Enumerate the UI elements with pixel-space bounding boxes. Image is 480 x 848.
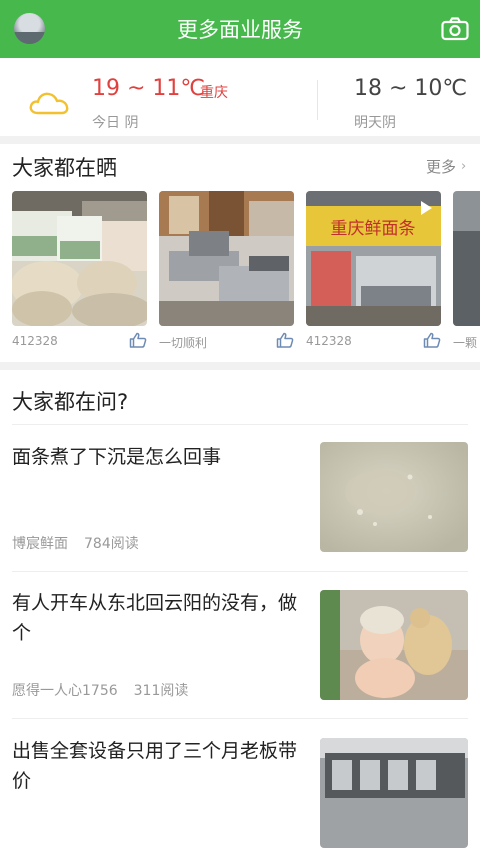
question-meta: 愿得一人心1756 311阅读 <box>12 680 204 700</box>
questions-title: 大家都在问? <box>12 390 129 414</box>
question-author: 博宸鲜面 <box>12 536 68 552</box>
question-title[interactable]: 出售全套设备只用了三个月老板带价 <box>12 736 308 796</box>
weather-card[interactable]: 19 ~ 11℃ 重庆 今日 阴 18 ~ 10℃ 明天阴 <box>0 60 480 144</box>
tomorrow-weather-label: 明天阴 <box>354 115 396 131</box>
question-author: 愿得一人心1756 <box>12 683 118 699</box>
section-divider <box>0 362 480 370</box>
app-header: 更多面业服务 <box>0 0 480 58</box>
photo-caption: 412328 <box>12 334 58 348</box>
city-name: 重庆 <box>200 85 228 101</box>
page-title: 更多面业服务 <box>177 18 303 42</box>
weather-divider <box>317 80 318 120</box>
question-thumbnail[interactable] <box>320 738 468 848</box>
thumbs-up-icon[interactable] <box>129 332 147 348</box>
divider <box>12 571 468 572</box>
divider <box>12 718 468 719</box>
question-title[interactable]: 有人开车从东北回云阳的没有，做个 <box>12 588 308 648</box>
showcase-carousel[interactable]: 412328 一切顺利 重庆鲜面条 412328 一颗 <box>12 191 480 356</box>
question-reads: 311阅读 <box>133 683 189 699</box>
showcase-photo[interactable]: 重庆鲜面条 <box>306 191 441 326</box>
showcase-photo[interactable] <box>453 191 480 326</box>
chevron-right-icon[interactable]: › <box>461 159 466 174</box>
cloud-icon <box>29 92 69 115</box>
photo-caption: 一颗 <box>453 336 478 350</box>
divider <box>12 424 468 425</box>
tomorrow-temperature: 18 ~ 10℃ <box>354 76 468 101</box>
photo-caption: 一切顺利 <box>159 336 208 350</box>
question-meta: 博宸鲜面 784阅读 <box>12 533 155 553</box>
more-link[interactable]: 更多 <box>426 156 456 177</box>
question-thumbnail[interactable] <box>320 442 468 552</box>
photo-caption: 412328 <box>306 334 352 348</box>
thumbs-up-icon[interactable] <box>276 332 294 348</box>
shop-sign-text: 重庆鲜面条 <box>331 219 416 239</box>
question-thumbnail[interactable] <box>320 590 468 700</box>
question-reads: 784阅读 <box>84 536 139 552</box>
showcase-title: 大家都在晒 <box>12 156 117 180</box>
showcase-photo[interactable] <box>12 191 147 326</box>
play-icon[interactable] <box>419 200 433 216</box>
camera-icon[interactable] <box>441 17 469 41</box>
question-title[interactable]: 面条煮了下沉是怎么回事 <box>12 442 308 472</box>
showcase-photo[interactable] <box>159 191 294 326</box>
thumbs-up-icon[interactable] <box>423 332 441 348</box>
today-weather-label: 今日 阴 <box>92 115 139 131</box>
today-temperature: 19 ~ 11℃ <box>92 76 206 101</box>
